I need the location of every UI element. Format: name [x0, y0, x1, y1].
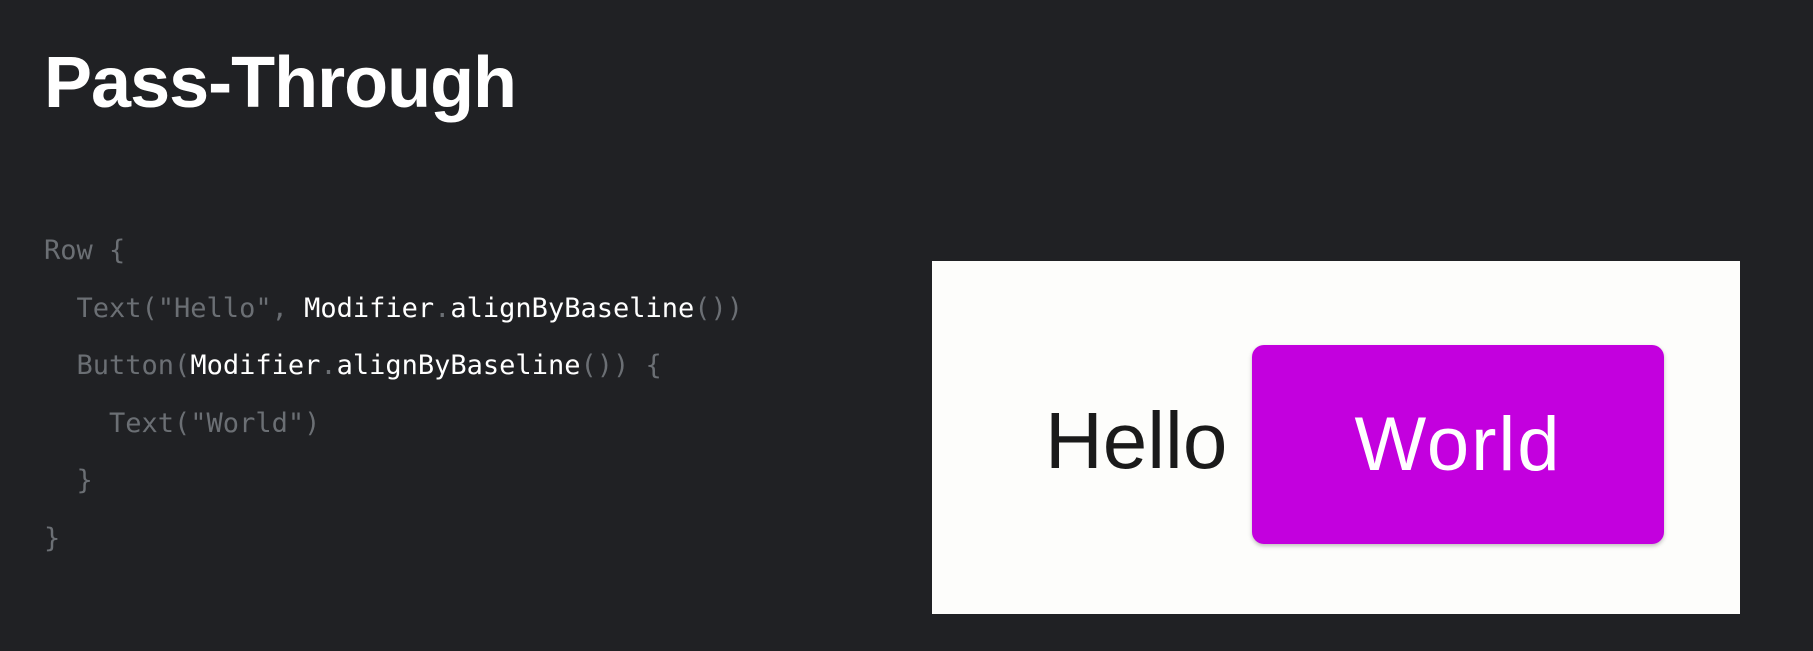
world-button[interactable]: World: [1252, 345, 1664, 544]
code-token: ()): [694, 292, 744, 324]
code-token-highlight: Modifier: [304, 292, 435, 324]
hello-text: Hello: [1045, 396, 1228, 485]
code-line: Text("World"): [44, 395, 743, 453]
world-button-label: World: [1354, 401, 1562, 487]
slide-title: Pass-Through: [44, 43, 517, 123]
code-line: Text("Hello", Modifier.alignByBaseline()…: [44, 280, 744, 338]
code-snippet: Row { Text("Hello", Modifier.alignByBase…: [44, 222, 743, 567]
code-token: Button(: [44, 350, 191, 381]
code-line: }: [44, 452, 743, 510]
code-token-highlight: alignByBaseline: [450, 292, 695, 324]
preview-panel: Hello World: [932, 261, 1740, 614]
code-token-highlight: alignByBaseline: [336, 350, 581, 381]
code-line: }: [44, 510, 743, 568]
code-token-highlight: Modifier: [190, 350, 321, 381]
code-token: }: [44, 522, 61, 554]
code-token: .: [320, 350, 337, 381]
code-line: Button(Modifier.alignByBaseline()) {: [44, 337, 743, 395]
code-token: Text("Hello",: [44, 292, 305, 324]
code-token: Row {: [44, 235, 126, 266]
code-line: Row {: [44, 222, 743, 280]
code-token: ()) {: [580, 350, 662, 381]
code-token: .: [434, 292, 451, 324]
code-token: }: [44, 465, 93, 496]
code-token: Text("World"): [44, 407, 321, 439]
slide: Pass-Through Row { Text("Hello", Modifie…: [0, 0, 1813, 651]
